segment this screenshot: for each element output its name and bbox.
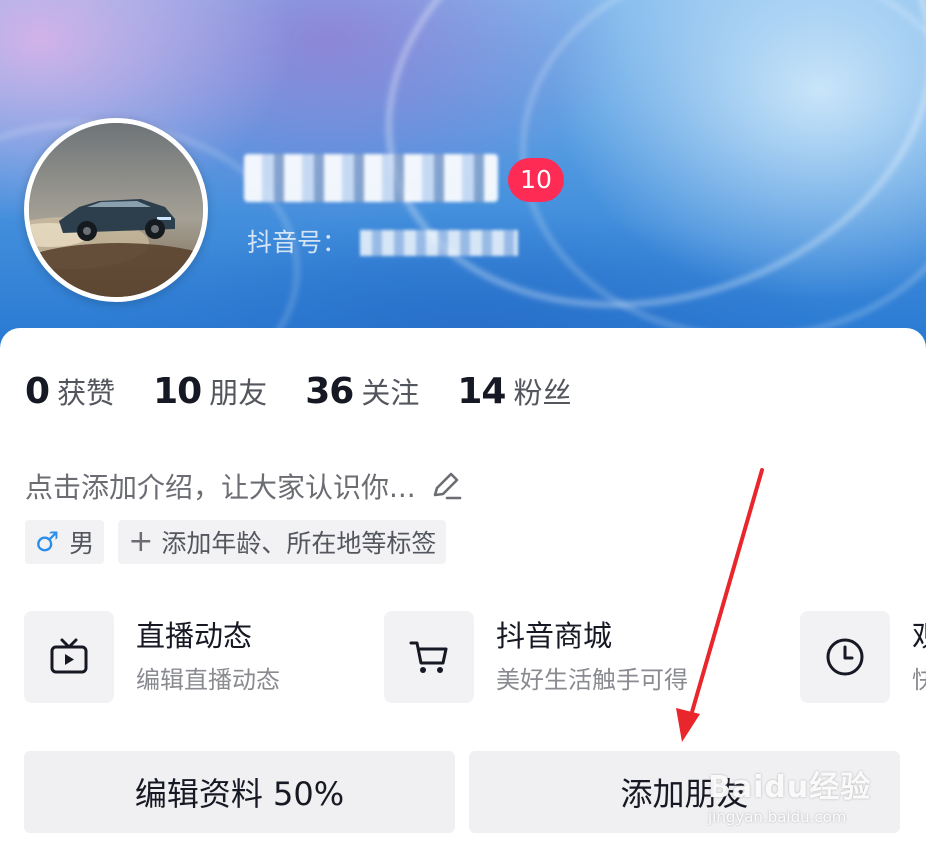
douyin-id-label: 抖音号： xyxy=(247,228,348,257)
nickname-redacted xyxy=(244,154,498,202)
stat-number: 36 xyxy=(305,371,354,412)
entry-douyin-mall[interactable]: 抖音商城 美好生活触手可得 xyxy=(384,610,688,704)
stat-following[interactable]: 36 关注 xyxy=(305,370,419,412)
cart-icon xyxy=(409,641,448,673)
stat-likes[interactable]: 0 获赞 xyxy=(25,370,115,412)
stat-label: 粉丝 xyxy=(513,376,572,410)
edit-profile-button[interactable]: 编辑资料 50% xyxy=(24,751,455,833)
stat-number: 10 xyxy=(153,371,202,412)
entry-title: 直播动态 xyxy=(136,619,253,653)
add-tags-button[interactable]: + 添加年龄、所在地等标签 xyxy=(118,520,447,564)
level-badge: 10 xyxy=(508,158,564,202)
add-tags-label: 添加年龄、所在地等标签 xyxy=(161,529,437,558)
avatar[interactable] xyxy=(24,118,208,302)
entry-watch-history[interactable]: 观 快 xyxy=(800,610,926,704)
entry-title: 观 xyxy=(912,616,926,656)
stat-followers[interactable]: 14 粉丝 xyxy=(457,370,571,412)
pencil-icon xyxy=(433,472,462,500)
gender-label: 男 xyxy=(69,529,95,558)
clock-icon xyxy=(826,638,864,676)
stat-label: 获赞 xyxy=(57,376,116,410)
stat-number: 0 xyxy=(25,371,50,412)
stat-label: 关注 xyxy=(361,376,420,410)
entry-subtitle: 快 xyxy=(912,666,926,694)
gender-tag[interactable]: ♂ 男 xyxy=(25,520,105,564)
tv-icon xyxy=(50,638,88,674)
add-friend-button[interactable]: 添加朋友 xyxy=(469,751,900,833)
stat-label: 朋友 xyxy=(209,376,268,410)
entry-subtitle: 编辑直播动态 xyxy=(136,666,280,694)
bio-placeholder: 点击添加介绍，让大家认识你... xyxy=(25,471,416,504)
douyin-id-redacted xyxy=(360,230,518,256)
entry-icon-box xyxy=(24,611,114,703)
stat-number: 14 xyxy=(457,371,506,412)
male-icon: ♂ xyxy=(35,526,60,558)
entry-title: 抖音商城 xyxy=(496,619,613,653)
tags-row: ♂ 男 + 添加年龄、所在地等标签 xyxy=(25,520,460,564)
feature-entries: 直播动态 编辑直播动态 抖音商城 美好生活触手可得 观 快 xyxy=(0,610,926,706)
entry-icon-box xyxy=(384,611,474,703)
entry-live-updates[interactable]: 直播动态 编辑直播动态 xyxy=(24,610,280,704)
entry-icon-box xyxy=(800,611,890,703)
bio-editor[interactable]: 点击添加介绍，让大家认识你... xyxy=(25,466,464,506)
plus-icon: + xyxy=(128,524,154,559)
stat-friends[interactable]: 10 朋友 xyxy=(153,370,267,412)
stats-row: 0 获赞 10 朋友 36 关注 14 粉丝 xyxy=(25,370,609,416)
avatar-car-image xyxy=(29,123,203,297)
entry-subtitle: 美好生活触手可得 xyxy=(496,666,688,694)
